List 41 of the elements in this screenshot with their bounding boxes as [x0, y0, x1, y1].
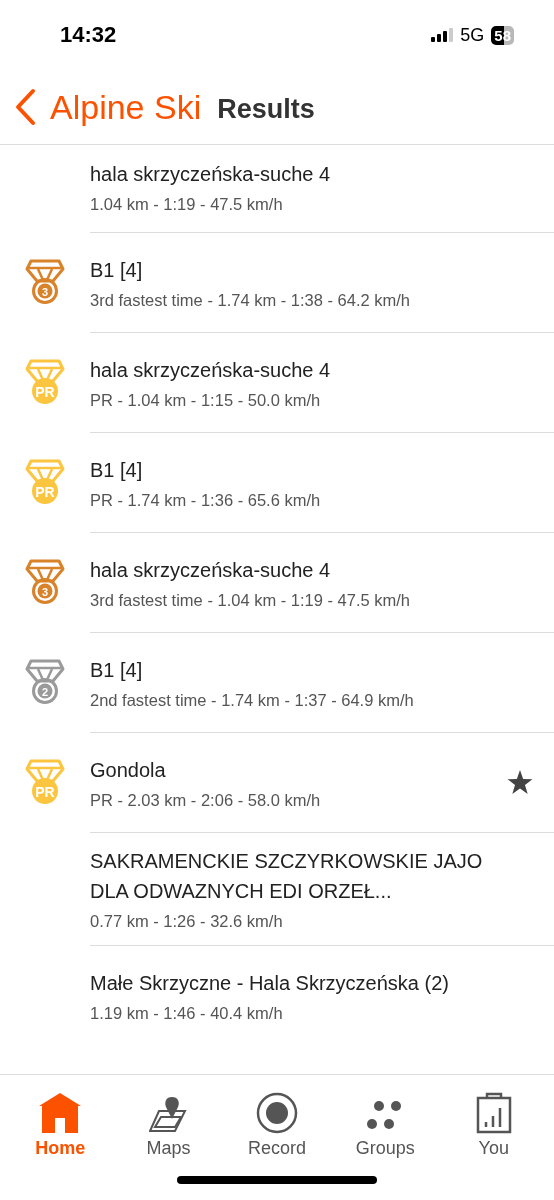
signal-icon: [431, 28, 454, 42]
tab-you[interactable]: You: [443, 1085, 544, 1159]
map-pin-icon: [148, 1096, 189, 1134]
result-row[interactable]: 3 hala skrzyczeńska-suche 4 3rd fastest time - 1.04 km - 1:19 - 47.5 km/h: [0, 532, 554, 632]
segment-name: B1 [4]: [90, 257, 144, 283]
house-icon: [38, 1092, 83, 1134]
clipboard-chart-icon: [475, 1092, 512, 1134]
back-chevron-icon: [14, 88, 36, 126]
star-icon[interactable]: [507, 769, 533, 795]
segment-name: Małe Skrzyczne - Hala Skrzyczeńska (2): [90, 970, 450, 996]
segment-stats: PR - 2.03 km - 2:06 - 58.0 km/h: [90, 790, 322, 810]
segment-stats: PR - 1.74 km - 1:36 - 65.6 km/h: [90, 490, 322, 510]
result-row[interactable]: PR hala skrzyczeńska-suche 4 PR - 1.04 km - 1:15 - 50.0 km/h: [0, 332, 554, 432]
record-icon: [255, 1092, 298, 1134]
segment-name: B1 [4]: [90, 457, 144, 483]
result-row[interactable]: SAKRAMENCKIE SZCZYRKOWSKIE JAJO DLA ODWAZNYCH EDI ORZEŁ... 0.77 km - 1:26 - 32.6 km/h: [0, 832, 554, 945]
segment-stats: 1.19 km - 1:46 - 40.4 km/h: [90, 1003, 284, 1023]
segment-stats: 3rd fastest time - 1.74 km - 1:38 - 64.2 km/h: [90, 290, 412, 310]
tab-groups[interactable]: Groups: [335, 1085, 436, 1159]
segment-stats: 3rd fastest time - 1.04 km - 1:19 - 47.5 km/h: [90, 590, 412, 610]
segment-stats: PR - 1.04 km - 1:15 - 50.0 km/h: [90, 390, 322, 410]
result-row[interactable]: hala skrzyczeńska-suche 4 1.04 km - 1:19 - 47.5 km/h: [0, 145, 554, 232]
tab-record[interactable]: Record: [226, 1085, 327, 1159]
segment-name: Gondola: [90, 757, 167, 783]
segment-name: B1 [4]: [90, 657, 144, 683]
tab-maps[interactable]: Maps: [118, 1085, 219, 1159]
segment-name: hala skrzyczeńska-suche 4: [90, 162, 332, 187]
result-row[interactable]: PR B1 [4] PR - 1.74 km - 1:36 - 65.6 km/h: [0, 432, 554, 532]
result-row[interactable]: 3 B1 [4] 3rd fastest time - 1.74 km - 1:38 - 64.2 km/h: [0, 232, 554, 332]
result-row[interactable]: PR Gondola PR - 2.03 km - 2:06 - 58.0 km/h: [0, 732, 554, 832]
result-row[interactable]: 2 B1 [4] 2nd fastest time - 1.74 km - 1:37 - 64.9 km/h: [0, 632, 554, 732]
result-row[interactable]: Małe Skrzyczne - Hala Skrzyczeńska (2) 1.19 km - 1:46 - 40.4 km/h: [0, 945, 554, 1045]
segment-stats: 2nd fastest time - 1.74 km - 1:37 - 64.9 km/h: [90, 690, 415, 710]
segment-name: hala skrzyczeńska-suche 4: [90, 357, 332, 383]
segment-stats: 0.77 km - 1:26 - 32.6 km/h: [90, 912, 284, 931]
segment-name: SAKRAMENCKIE SZCZYRKOWSKIE JAJO DLA ODWAZNYCH EDI ORZEŁ...: [90, 849, 484, 904]
page-title: Results: [217, 92, 315, 125]
segment-stats: 1.04 km - 1:19 - 47.5 km/h: [90, 195, 284, 214]
network-label: 5G: [460, 24, 485, 46]
status-time: 14:32: [60, 22, 117, 48]
segment-name: hala skrzyczeńska-suche 4: [90, 557, 332, 583]
